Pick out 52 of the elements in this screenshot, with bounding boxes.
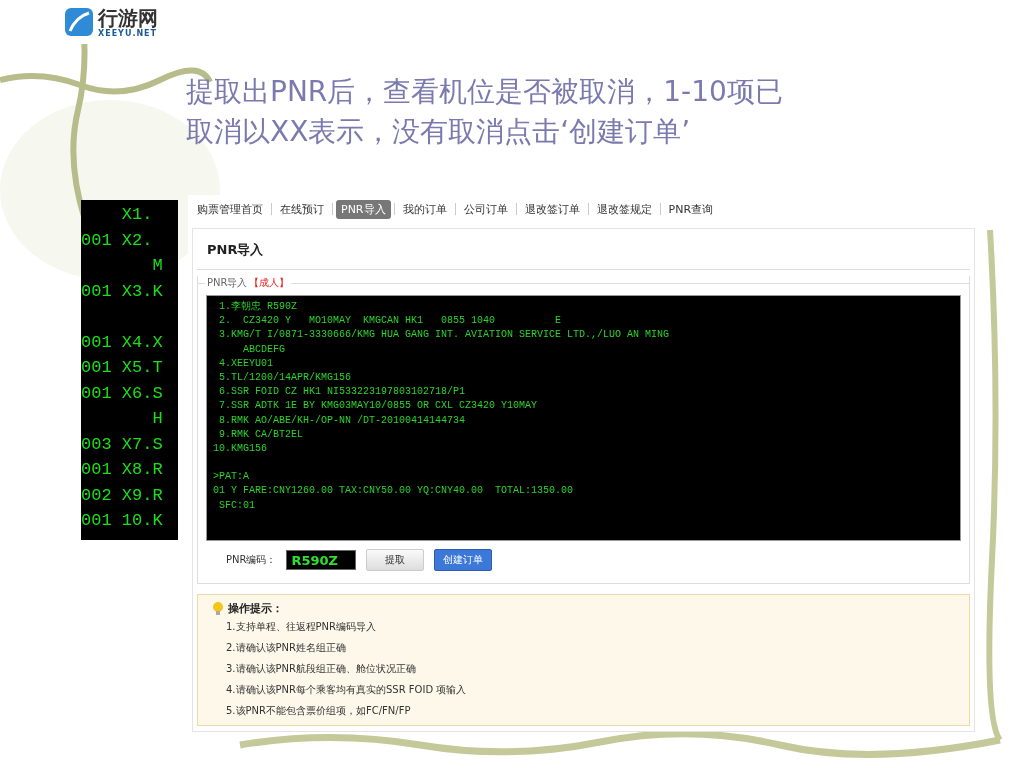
create-order-button[interactable]: 创建订单 xyxy=(434,549,493,571)
fetch-button[interactable]: 提取 xyxy=(366,549,425,571)
tip-text: 4.请确认该PNR每个乘客均有真实的SSR FOID 项输入 xyxy=(225,683,468,697)
tip-text: 5.该PNR不能包含票价组项，如FC/FN/FP xyxy=(225,704,412,718)
terminal-line: 6.SSR FOID CZ HK1 NI533223197803102718/P1 xyxy=(218,385,467,400)
terminal-line: 10.KMG156 xyxy=(213,442,268,457)
terminal-line: 001 X3.K xyxy=(81,280,164,303)
terminal-line: 8.RMK AO/ABE/KH-/OP-NN /DT-20100414144734 xyxy=(218,413,467,428)
terminal-line: ABCDEFG xyxy=(242,342,286,357)
terminal-line: SFC:01 xyxy=(218,498,256,513)
terminal-line: 001 X5.T xyxy=(81,357,164,379)
tips-title: 操作提示： xyxy=(228,601,283,616)
nav-tab[interactable]: 退改签规定 xyxy=(591,199,657,219)
terminal-line: 001 10.K xyxy=(81,510,164,532)
nav-tab[interactable]: 公司订单 xyxy=(458,199,513,219)
slide-title: 提取出PNR后，查看机位是否被取消，1-10项已 xyxy=(186,74,784,110)
nav-tab[interactable]: 在线预订 xyxy=(275,199,329,219)
terminal-line: 001 X8.R xyxy=(81,459,164,481)
terminal-line: 7.SSR ADTK 1E BY KMG03MAY10/0855 OR CXL CZ3420 Y10MAY xyxy=(218,399,539,414)
nav-tab[interactable]: 退改签订单 xyxy=(519,199,585,219)
terminal-line: 01 Y FARE:CNY1260.00 TAX:CNY50.00 YQ:CNY40.00 TOTAL:1350.00 xyxy=(213,484,575,499)
nav-tab[interactable]: 购票管理首页 xyxy=(192,199,268,219)
logo-name: 行游网 xyxy=(98,6,158,29)
terminal-line: 4.XEEYU01 xyxy=(218,356,274,371)
terminal-line: 003 X7.S xyxy=(81,433,164,456)
slide-title: 取消以XX表示，没有取消点击‘创建订单’ xyxy=(186,114,692,150)
terminal-line: 001 X6.S xyxy=(81,382,164,405)
terminal-line: 1.李朝忠 R590Z xyxy=(218,300,298,314)
tip-text: 2.请确认该PNR姓名组正确 xyxy=(225,641,347,655)
terminal-line: 002 X9.R xyxy=(81,484,164,507)
terminal-line: 3.KMG/T I/0871-3330666/KMG HUA GANG INT. AVIATION SERVICE LTD.,/LUO AN MING xyxy=(218,328,671,343)
logo-domain: XEEYU.NET xyxy=(98,28,158,38)
pnr-code-field[interactable]: R590Z xyxy=(286,550,357,570)
terminal-line: >PAT:A xyxy=(213,470,250,485)
terminal-line: 5.TL/1200/14APR/KMG156 xyxy=(218,371,353,385)
terminal-line: 001 X2. xyxy=(81,229,154,252)
fieldset-label: PNR导入 xyxy=(207,276,248,290)
nav-tab[interactable]: PNR查询 xyxy=(663,199,719,219)
lightbulb-icon xyxy=(212,601,224,616)
tip-text: 3.请确认该PNR航段组正确、舱位状况正确 xyxy=(225,662,417,676)
nav-tab[interactable]: PNR导入 xyxy=(336,199,391,219)
terminal-line: H xyxy=(151,408,164,430)
passenger-type-tag: 【成人】 xyxy=(249,276,290,290)
panel-title: PNR导入 xyxy=(197,229,970,270)
terminal-line: 001 X4.X xyxy=(81,331,164,354)
terminal-line: 2. CZ3420 Y MO10MAY KMGCAN HK1 0855 1040 E xyxy=(218,314,563,329)
field-label: PNR编码： xyxy=(226,553,277,567)
nav-tab[interactable]: 我的订单 xyxy=(397,199,452,219)
terminal-line: M xyxy=(151,255,164,277)
tip-text: 1.支持单程、往返程PNR编码导入 xyxy=(225,620,377,634)
terminal-line: 9.RMK CA/BT2EL xyxy=(218,427,304,442)
terminal-line: X1. xyxy=(120,204,154,226)
